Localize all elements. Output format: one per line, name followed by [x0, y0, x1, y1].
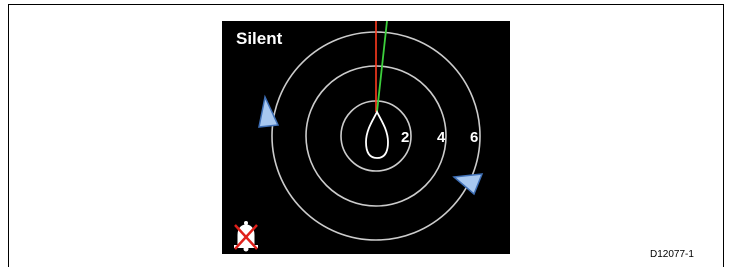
- alarm-muted-icon[interactable]: [234, 221, 258, 252]
- mode-status-label: Silent: [236, 29, 283, 48]
- range-label-2: 2: [401, 129, 409, 146]
- figure-reference-code: D12077-1: [650, 249, 694, 260]
- range-label-6: 6: [470, 129, 478, 146]
- target-arrow-icon[interactable]: [452, 173, 484, 196]
- range-label-4: 4: [437, 129, 446, 146]
- radar-plot: 2 4 6: [234, 21, 484, 252]
- vessel-outline-icon: [365, 109, 389, 159]
